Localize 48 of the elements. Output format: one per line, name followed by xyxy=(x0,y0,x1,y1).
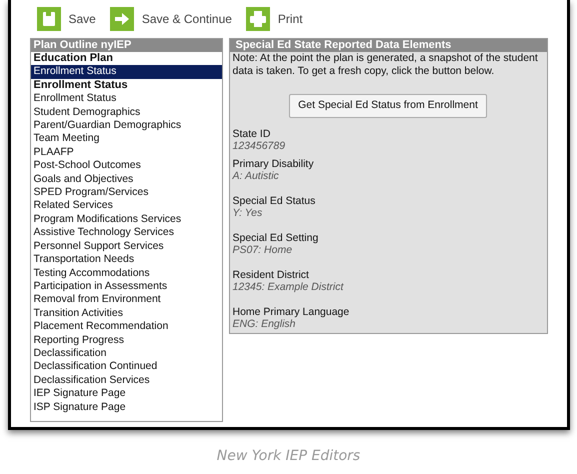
outline-item[interactable]: Reporting Progress xyxy=(30,334,222,347)
outline-item[interactable]: PLAAFP xyxy=(30,146,222,160)
outline-item[interactable]: Personnel Support Services xyxy=(30,240,222,254)
outline-item[interactable]: Placement Recommendation xyxy=(30,320,222,334)
outline-item[interactable]: Education Plan xyxy=(30,52,222,66)
outline-item[interactable]: Student Demographics xyxy=(30,106,222,120)
outline-item[interactable]: Post-School Outcomes xyxy=(30,159,222,173)
toolbar-button[interactable]: Print xyxy=(246,7,303,31)
outline-item[interactable]: Declassification Services xyxy=(30,374,222,388)
field-label: Special Ed Setting xyxy=(232,232,320,244)
outline-item[interactable]: Enrollment Status xyxy=(30,92,222,106)
field-value: 12345: Example District xyxy=(232,280,345,293)
outline-item[interactable]: Declassification xyxy=(30,346,222,360)
field-value: A: Autistic xyxy=(232,170,280,182)
outline-item[interactable]: Declassification Continued xyxy=(30,360,222,374)
outline-item[interactable]: SPED Program/Services xyxy=(30,186,222,200)
field-label: State ID xyxy=(232,128,272,140)
field-label: Primary Disability xyxy=(232,158,315,170)
field-value: PS07: Home xyxy=(232,244,294,256)
outline-item[interactable]: Enrollment Status xyxy=(30,78,222,92)
caption: New York IEP Editors xyxy=(216,447,360,466)
outline-item[interactable]: Related Services xyxy=(30,199,222,213)
get-status-button[interactable]: Get Special Ed Status from Enrollment xyxy=(289,94,487,118)
outline-item[interactable]: IEP Signature Page xyxy=(30,387,222,401)
outline-item[interactable]: Parent/Guardian Demographics xyxy=(30,119,222,132)
outline-item[interactable]: Program Modifications Services xyxy=(30,212,222,226)
panel-title: Special Ed State Reported Data Elements xyxy=(230,39,546,52)
outline-item[interactable]: Enrollment Status xyxy=(30,65,222,79)
outline-item[interactable]: Transition Activities xyxy=(30,306,222,320)
field-label: Home Primary Language xyxy=(232,306,350,318)
outline-item[interactable]: ISP Signature Page xyxy=(30,400,222,414)
outline-item[interactable]: Testing Accommodations xyxy=(30,266,222,280)
outline-item[interactable]: Transportation Needs xyxy=(30,253,222,266)
field-value: 123456789 xyxy=(232,140,286,152)
field-value: ENG: English xyxy=(232,318,297,330)
outline-item[interactable]: Removal from Environment xyxy=(30,293,222,307)
field-label: Special Ed Status xyxy=(232,194,316,207)
outline-item[interactable]: Team Meeting xyxy=(30,132,222,146)
panel-note: Note: At the point the plan is generated, a snapshot of the student data is taken. To get a fresh copy, click the button below. xyxy=(232,52,539,78)
field-label: Resident District xyxy=(232,268,310,281)
outline-item[interactable]: Participation in Assessments xyxy=(30,280,222,294)
toolbar-button[interactable]: Save xyxy=(36,7,96,31)
outline-item[interactable]: Goals and Objectives xyxy=(30,172,222,186)
toolbar-button[interactable]: Save & Continue xyxy=(110,7,232,31)
arrow-right-icon xyxy=(110,7,134,31)
outline-title: Plan Outline nyIEP xyxy=(30,39,222,52)
field-value: Y: Yes xyxy=(232,206,264,219)
outline-item[interactable]: Assistive Technology Services xyxy=(30,226,222,240)
